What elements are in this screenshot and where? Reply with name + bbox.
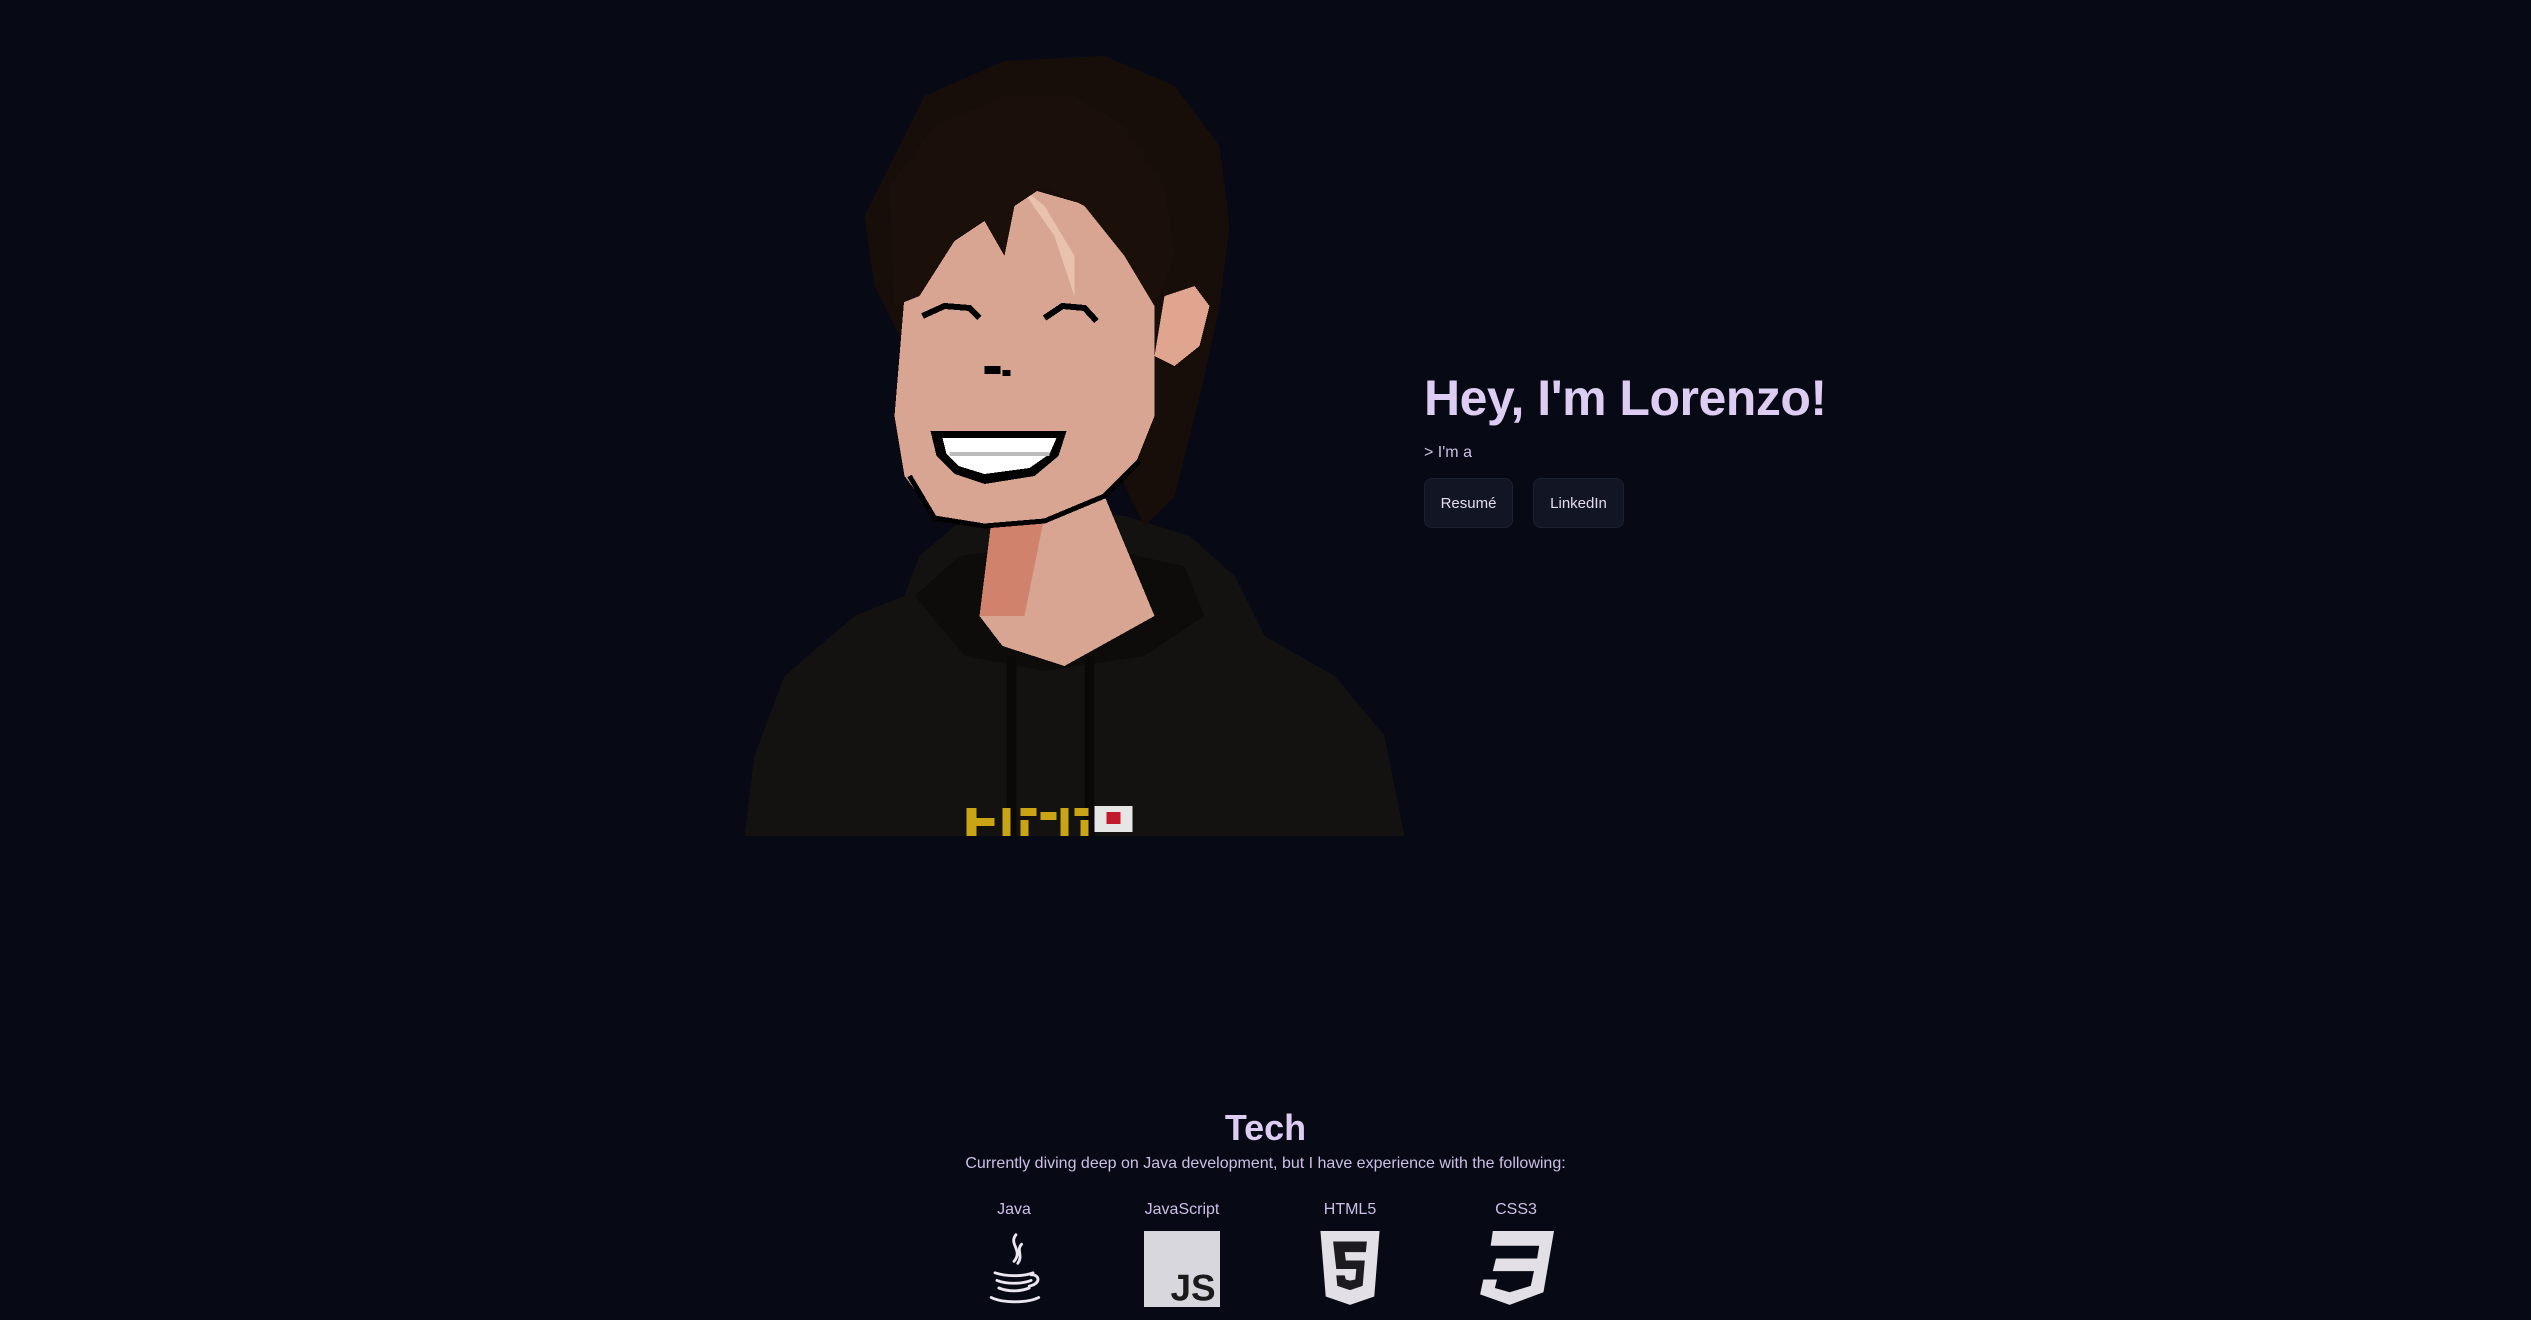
- hero-subtitle: > I'm a: [1424, 444, 1472, 461]
- tech-item-html5: HTML5: [1280, 1199, 1420, 1307]
- tech-label: JavaScript: [1144, 1201, 1220, 1218]
- tech-title: Tech: [1224, 1107, 1307, 1148]
- avatar-illustration: [742, 56, 1407, 836]
- tech-section: Tech Currently diving deep on Java devel…: [0, 1105, 2531, 1307]
- tech-item-java: Java: [944, 1199, 1084, 1307]
- hero-title: Hey, I'm Lorenzo!: [1424, 370, 1827, 426]
- hero-buttons: Resumé LinkedIn: [1424, 478, 1827, 528]
- html5-icon: [1312, 1231, 1388, 1307]
- tech-list: Java JavaScript JS HTML5 CSS3: [0, 1199, 2531, 1319]
- tech-item-css3: CSS3: [1446, 1199, 1586, 1307]
- css3-icon: [1478, 1231, 1554, 1307]
- tech-item-javascript: JavaScript JS: [1112, 1199, 1252, 1307]
- javascript-icon: JS: [1144, 1231, 1220, 1307]
- tech-description: Currently diving deep on Java developmen…: [965, 1155, 1566, 1172]
- hero-section: Hey, I'm Lorenzo! > I'm a Resumé LinkedI…: [1424, 366, 1827, 528]
- japan-flag-icon: [1094, 806, 1133, 832]
- portrait-image: [744, 56, 1405, 836]
- resume-button[interactable]: Resumé: [1424, 478, 1513, 528]
- linkedin-button[interactable]: LinkedIn: [1533, 478, 1624, 528]
- tech-label: Java: [997, 1201, 1031, 1218]
- page: Hey, I'm Lorenzo! > I'm a Resumé LinkedI…: [0, 0, 2531, 1320]
- java-icon: [976, 1231, 1052, 1307]
- tech-label: CSS3: [1495, 1201, 1537, 1218]
- svg-text:JS: JS: [1171, 1267, 1216, 1307]
- nose: [984, 366, 1001, 374]
- tech-label: HTML5: [1323, 1201, 1377, 1218]
